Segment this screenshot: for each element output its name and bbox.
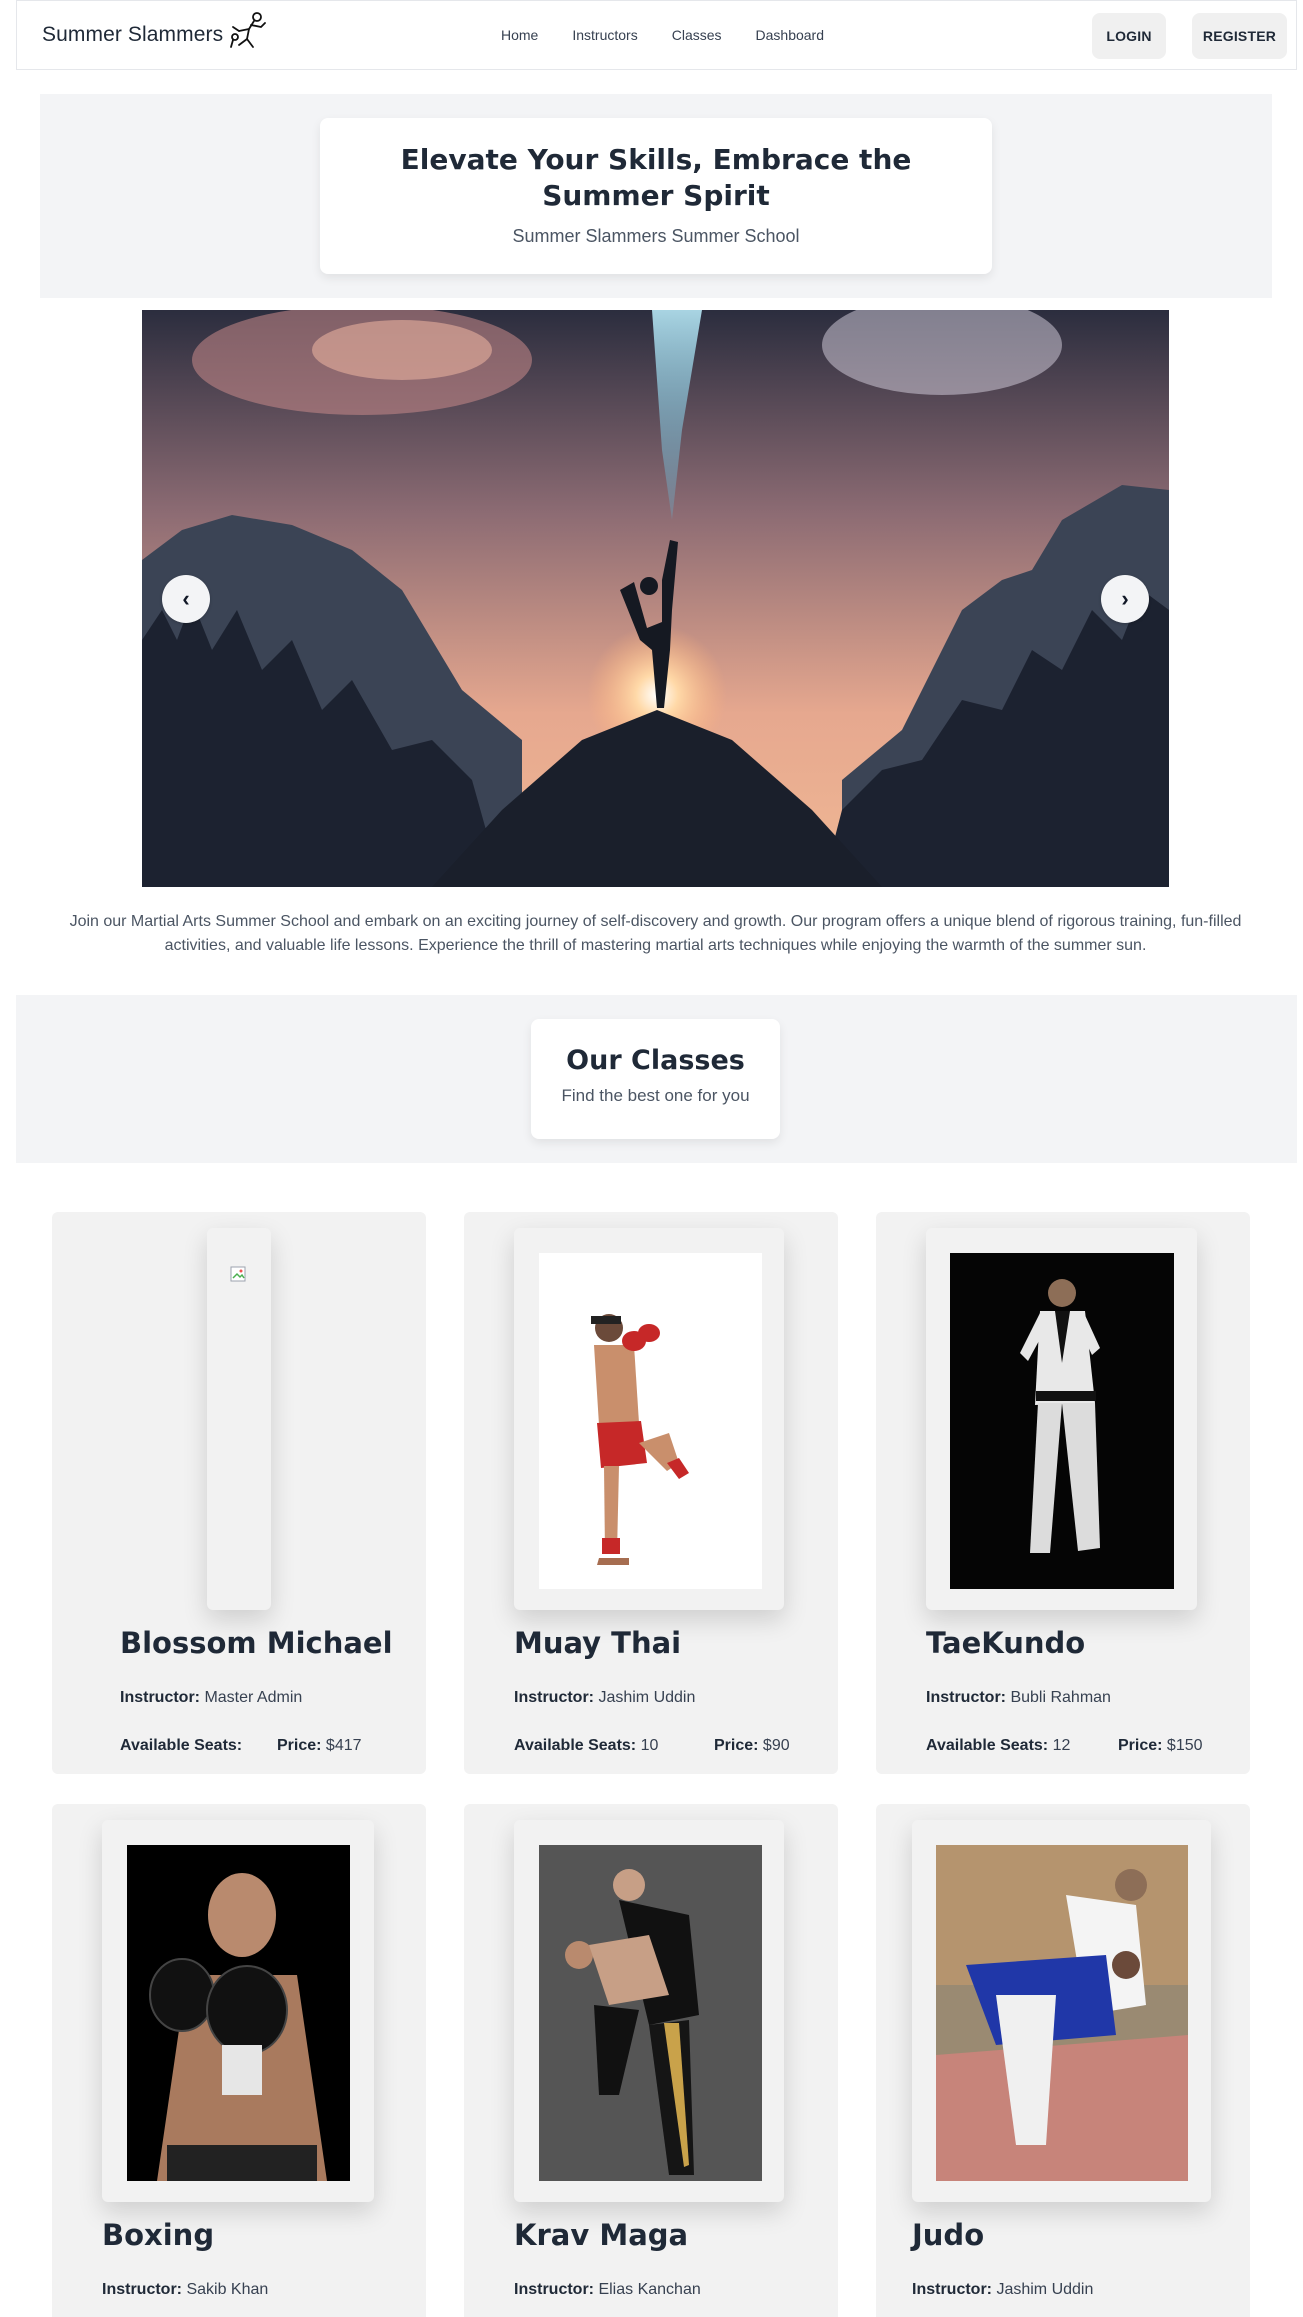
- carousel-prev-button[interactable]: ‹: [162, 575, 210, 623]
- class-image-frame: [926, 1228, 1197, 1610]
- class-image: [127, 1845, 350, 2181]
- broken-image-icon: [230, 1266, 246, 1282]
- price-value: $90: [762, 1737, 790, 1754]
- nav-dashboard[interactable]: Dashboard: [756, 27, 825, 43]
- class-image: [936, 1845, 1188, 2181]
- instructor-label: Instructor:: [102, 2281, 182, 2298]
- seats-label: Available Seats:: [120, 1737, 243, 1754]
- instructor-label: Instructor:: [514, 1689, 594, 1706]
- price-value: $417: [325, 1737, 362, 1754]
- class-image-frame: [514, 1228, 784, 1610]
- price-label: Price:: [714, 1737, 759, 1754]
- hero-subtitle: Summer Slammers Summer School: [512, 226, 800, 246]
- hero-carousel: [142, 310, 1169, 887]
- class-instructor: Instructor: Elias Kanchan: [514, 2281, 701, 2299]
- instructor-value: Elias Kanchan: [598, 2281, 701, 2298]
- class-image-frame: [912, 1820, 1211, 2202]
- instructor-value: Jashim Uddin: [996, 2281, 1094, 2298]
- class-instructor: Instructor: Jashim Uddin: [912, 2281, 1093, 2299]
- class-name: Judo: [912, 2218, 985, 2252]
- price-value: $150: [1166, 1737, 1203, 1754]
- instructor-label: Instructor:: [912, 2281, 992, 2298]
- class-seats: Available Seats:: [120, 1737, 242, 1755]
- taekwondo-fighter-image: [1020, 1279, 1100, 1553]
- intro-paragraph: Join our Martial Arts Summer School and …: [69, 913, 1242, 954]
- navbar: Summer Slammers Home Instructors Classes…: [16, 0, 1297, 70]
- class-name: Krav Maga: [514, 2218, 689, 2252]
- class-card-krav-maga[interactable]: Krav Maga Instructor: Elias Kanchan: [464, 1804, 838, 2317]
- class-image: [539, 1845, 762, 2181]
- krav-maga-fighters-image: [539, 1845, 762, 2181]
- instructor-value: Sakib Khan: [186, 2281, 269, 2298]
- class-price: Price: $90: [714, 1737, 790, 1755]
- seats-label: Available Seats:: [514, 1737, 637, 1754]
- class-instructor: Instructor: Sakib Khan: [102, 2281, 268, 2299]
- class-name: Boxing: [102, 2218, 215, 2252]
- class-seats: Available Seats: 10: [514, 1737, 658, 1755]
- instructor-value: Bubli Rahman: [1010, 1689, 1111, 1706]
- class-card-taekundo[interactable]: TaeKundo Instructor: Bubli Rahman Availa…: [876, 1212, 1250, 1774]
- register-button[interactable]: REGISTER: [1192, 13, 1287, 59]
- class-name: Muay Thai: [514, 1626, 682, 1660]
- carousel-slide-image: [142, 310, 1169, 887]
- class-card-boxing[interactable]: Boxing Instructor: Sakib Khan: [52, 1804, 426, 2317]
- seats-value: 10: [640, 1737, 659, 1754]
- seats-label: Available Seats:: [926, 1737, 1049, 1754]
- hero-title: Elevate Your Skills, Embrace the Summer …: [400, 143, 912, 212]
- class-instructor: Instructor: Jashim Uddin: [514, 1689, 695, 1707]
- carousel-next-button[interactable]: ›: [1101, 575, 1149, 623]
- class-image: [950, 1253, 1174, 1589]
- instructor-value: Master Admin: [204, 1689, 303, 1706]
- hero-card: Elevate Your Skills, Embrace the Summer …: [320, 118, 992, 274]
- nav-home[interactable]: Home: [501, 27, 538, 43]
- instructor-label: Instructor:: [514, 2281, 594, 2298]
- nav-links: Home Instructors Classes Dashboard: [501, 27, 858, 43]
- price-label: Price:: [277, 1737, 322, 1754]
- price-label: Price:: [1118, 1737, 1163, 1754]
- boxer-image: [149, 1873, 327, 2181]
- class-image: [539, 1253, 762, 1589]
- nav-classes[interactable]: Classes: [672, 27, 722, 43]
- instructor-label: Instructor:: [926, 1689, 1006, 1706]
- class-card-blossom-michael[interactable]: Blossom Michael Instructor: Master Admin…: [52, 1212, 426, 1774]
- class-image-frame: [102, 1820, 374, 2202]
- class-instructor: Instructor: Master Admin: [120, 1689, 302, 1707]
- brand-name[interactable]: Summer Slammers: [42, 23, 223, 47]
- muay-thai-fighter-image: [591, 1314, 689, 1565]
- nav-instructors[interactable]: Instructors: [572, 27, 637, 43]
- seats-value: 12: [1052, 1737, 1071, 1754]
- judo-fighters-image: [936, 1845, 1188, 2181]
- login-button[interactable]: LOGIN: [1092, 13, 1166, 59]
- class-name: Blossom Michael: [120, 1626, 393, 1660]
- class-price: Price: $150: [1118, 1737, 1203, 1755]
- class-card-judo[interactable]: Judo Instructor: Jashim Uddin: [876, 1804, 1250, 2317]
- instructor-label: Instructor:: [120, 1689, 200, 1706]
- class-card-muay-thai[interactable]: Muay Thai Instructor: Jashim Uddin Avail…: [464, 1212, 838, 1774]
- class-price: Price: $417: [277, 1737, 362, 1755]
- instructor-value: Jashim Uddin: [598, 1689, 696, 1706]
- class-name: TaeKundo: [926, 1626, 1086, 1660]
- class-image-frame: [514, 1820, 784, 2202]
- class-seats: Available Seats: 12: [926, 1737, 1070, 1755]
- classes-section-title: Our Classes: [566, 1045, 745, 1076]
- martial-arts-logo-icon[interactable]: [227, 9, 269, 51]
- class-image-frame: [207, 1228, 271, 1610]
- class-instructor: Instructor: Bubli Rahman: [926, 1689, 1111, 1707]
- classes-section-subtitle: Find the best one for you: [561, 1086, 750, 1105]
- classes-section-card: Our Classes Find the best one for you: [531, 1019, 780, 1139]
